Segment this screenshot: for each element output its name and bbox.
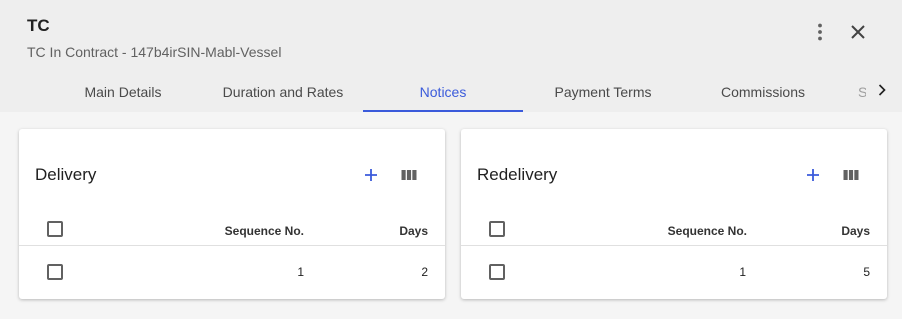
add-redelivery-button[interactable]: [801, 163, 825, 187]
plus-icon: [807, 169, 819, 181]
row-checkbox[interactable]: [489, 264, 505, 280]
tab-notices[interactable]: Notices: [363, 72, 523, 112]
column-header-days[interactable]: Days: [399, 224, 428, 238]
tab-scroll-right-button[interactable]: [870, 72, 894, 108]
plus-icon: [365, 169, 377, 181]
tab-bar: Main Details Duration and Rates Notices …: [0, 72, 902, 112]
row-checkbox[interactable]: [47, 264, 63, 280]
redelivery-card: Redelivery Sequence No. Days 1 5: [461, 129, 887, 299]
columns-button[interactable]: [397, 163, 421, 187]
column-header-sequence[interactable]: Sequence No.: [668, 224, 747, 238]
days-cell: 5: [863, 265, 870, 279]
close-button[interactable]: [846, 20, 870, 44]
dialog-header: TC TC In Contract - 147b4irSIN-Mabl-Vess…: [0, 0, 902, 112]
view-column-icon: [843, 170, 859, 180]
close-icon: [851, 25, 865, 39]
card-title: Redelivery: [477, 165, 558, 184]
chevron-right-icon: [878, 84, 886, 96]
tab-payment-terms[interactable]: Payment Terms: [523, 72, 683, 112]
notices-content: Delivery Sequence No. Days 1 2 Redeliver…: [0, 112, 902, 319]
column-header-sequence[interactable]: Sequence No.: [225, 224, 304, 238]
more-options-button[interactable]: [808, 20, 832, 44]
view-column-icon: [401, 170, 417, 180]
select-all-checkbox[interactable]: [489, 221, 505, 237]
tab-duration-and-rates[interactable]: Duration and Rates: [203, 72, 363, 112]
card-title: Delivery: [35, 165, 97, 184]
more-vert-icon: [818, 23, 822, 41]
select-all-checkbox[interactable]: [47, 221, 63, 237]
dialog-title: TC: [27, 16, 50, 35]
days-cell: 2: [421, 265, 428, 279]
sequence-cell: 1: [739, 265, 746, 279]
column-header-days[interactable]: Days: [841, 224, 870, 238]
table-header-row: Sequence No. Days: [19, 199, 445, 246]
dialog-subtitle: TC In Contract - 147b4irSIN-Mabl-Vessel: [27, 44, 282, 60]
sequence-cell: 1: [297, 265, 304, 279]
table-row[interactable]: 1 2: [19, 246, 445, 299]
tab-main-details[interactable]: Main Details: [43, 72, 203, 112]
tab-partial[interactable]: S: [858, 72, 866, 112]
delivery-card: Delivery Sequence No. Days 1 2: [19, 129, 445, 299]
add-delivery-button[interactable]: [359, 163, 383, 187]
table-header-row: Sequence No. Days: [461, 199, 887, 246]
columns-button[interactable]: [839, 163, 863, 187]
table-row[interactable]: 1 5: [461, 246, 887, 299]
tab-commissions[interactable]: Commissions: [683, 72, 843, 112]
